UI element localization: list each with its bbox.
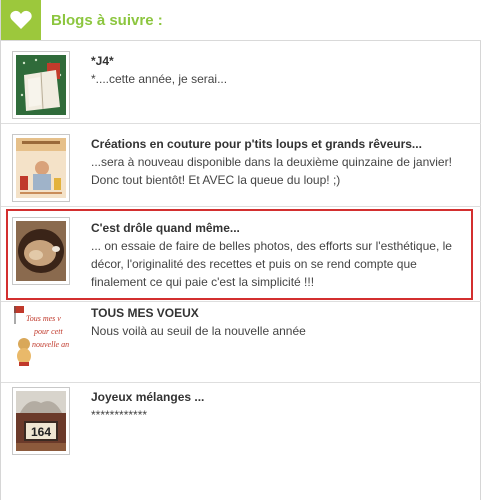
post-thumbnail[interactable]: 164 xyxy=(12,387,70,455)
thumbnail-image: 164 xyxy=(16,391,66,451)
thumbnail-image xyxy=(16,138,66,198)
thumbnail-image xyxy=(16,55,66,115)
blog-post-item[interactable]: 164 Joyeux mélanges ... ************ xyxy=(1,382,481,463)
thumb-text-line: nouvelle an xyxy=(32,340,69,349)
post-excerpt: Nous voilà au seuil de la nouvelle année xyxy=(91,324,306,338)
heart-icon xyxy=(1,0,41,40)
post-thumbnail[interactable] xyxy=(12,134,70,202)
thumb-text-line: Tous mes v xyxy=(26,314,61,323)
post-title[interactable]: Créations en couture pour p'tits loups e… xyxy=(91,135,473,153)
post-excerpt: ************ xyxy=(91,408,148,422)
post-excerpt: ...sera à nouveau disponible dans la deu… xyxy=(91,155,452,187)
thumb-number: 164 xyxy=(31,425,51,439)
thumbnail-image: Tous mes v pour cett nouvelle an xyxy=(12,304,70,372)
blogs-panel: Blogs à suivre : *J4* *....cette année, … xyxy=(0,0,481,500)
post-thumbnail[interactable] xyxy=(12,51,70,119)
post-excerpt: *....cette année, je serai... xyxy=(91,72,228,86)
highlight-box xyxy=(6,209,473,300)
panel-title: Blogs à suivre : xyxy=(51,12,163,29)
thumb-text-line: pour cett xyxy=(33,327,63,336)
panel-header: Blogs à suivre : xyxy=(1,0,481,41)
post-title[interactable]: *J4* xyxy=(91,52,473,70)
post-title[interactable]: TOUS MES VOEUX xyxy=(91,304,473,322)
post-title[interactable]: Joyeux mélanges ... xyxy=(91,388,473,406)
post-thumbnail[interactable]: Tous mes v pour cett nouvelle an xyxy=(12,304,70,372)
blog-post-item[interactable]: Créations en couture pour p'tits loups e… xyxy=(1,124,481,207)
blog-post-item[interactable]: Tous mes v pour cett nouvelle an TOUS ME… xyxy=(1,302,481,382)
blog-post-item[interactable]: *J4* *....cette année, je serai... xyxy=(1,41,481,124)
